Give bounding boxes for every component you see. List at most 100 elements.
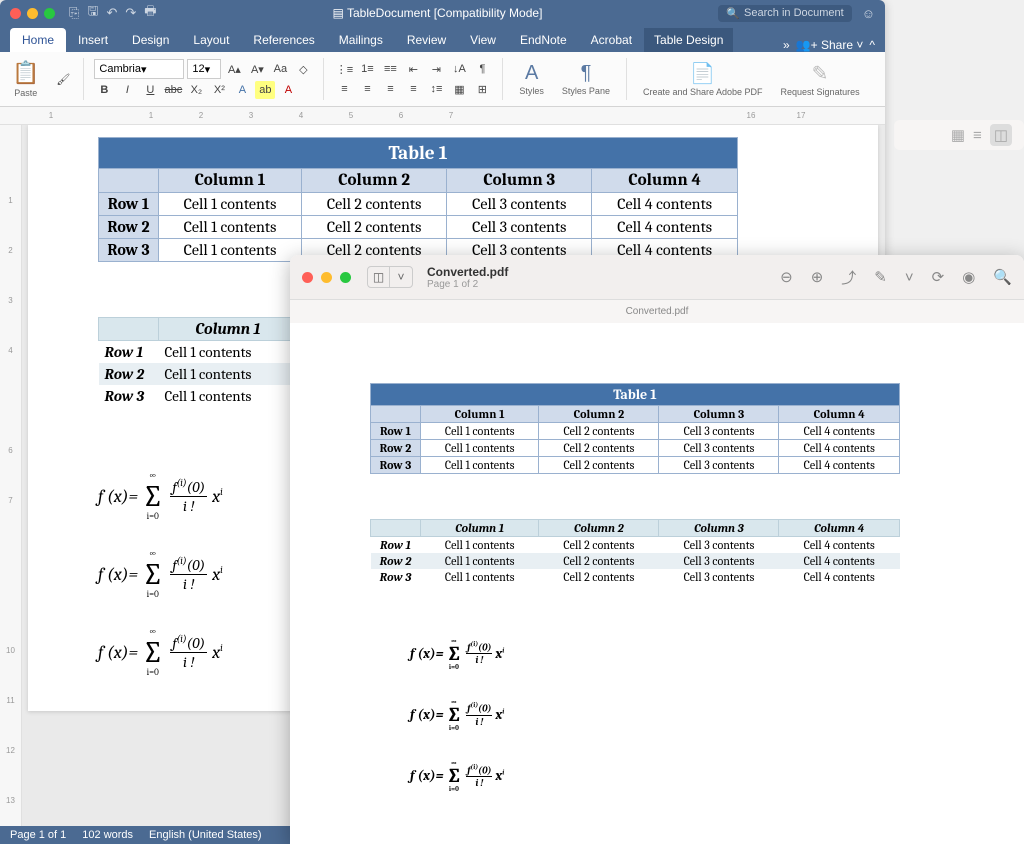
maximize-icon[interactable] [340,272,351,283]
tab-layout[interactable]: Layout [181,28,241,52]
grow-font-icon[interactable]: A▴ [224,60,244,78]
sidebar-toggle[interactable]: ◫˅ [367,266,413,288]
text-effects-icon[interactable]: A [232,81,252,99]
list-view-icon[interactable]: ≡ [973,127,982,144]
tab-insert[interactable]: Insert [66,28,120,52]
overflow-icon[interactable]: » [783,38,790,52]
table-cell: Cell 1 contents [421,537,539,554]
superscript-button[interactable]: X² [209,81,229,99]
chevron-down-icon[interactable]: ˅ [905,269,914,286]
minimize-icon[interactable] [27,8,38,19]
bullets-icon[interactable]: ⋮≡ [334,60,354,78]
table-cell: Cell 4 contents [779,537,900,554]
row-header: Row 2 [99,363,159,385]
rotate-icon[interactable]: ⟳ [932,268,945,286]
font-color-icon[interactable]: A [278,81,298,99]
align-right-icon[interactable]: ≡ [380,80,400,98]
table-cell: Cell 1 contents [421,553,539,569]
indent-icon[interactable]: ⇥ [426,60,446,78]
table-cell: Cell 4 contents [779,569,900,585]
tab-home[interactable]: Home [10,28,66,52]
tab-endnote[interactable]: EndNote [508,28,579,52]
sort-icon[interactable]: ↓A [449,60,469,78]
styles-pane-button[interactable]: ¶ Styles Pane [556,62,616,97]
row-header: Row 2 [371,553,421,569]
close-icon[interactable] [10,8,21,19]
collapse-ribbon-icon[interactable]: ^ [869,38,875,52]
tab-acrobat[interactable]: Acrobat [579,28,644,52]
strikethrough-button[interactable]: abc [163,81,183,99]
change-case-icon[interactable]: Aa [270,60,290,78]
numbering-icon[interactable]: 1≡ [357,60,377,78]
highlight-icon[interactable]: ◉ [962,268,975,286]
subscript-button[interactable]: X₂ [186,81,206,99]
clear-format-icon[interactable]: ◇ [293,60,313,78]
markup-icon[interactable]: ✎ [874,268,887,286]
font-name-select[interactable]: Cambria ▾ [94,59,184,79]
table-cell: Cell 1 contents [159,341,298,364]
close-icon[interactable] [302,272,313,283]
show-marks-icon[interactable]: ¶ [472,60,492,78]
col-header: Column 2 [539,520,659,537]
search-box[interactable]: 🔍 Search in Document [718,5,851,22]
paste-button[interactable]: 📋 Paste [8,60,43,98]
bold-button[interactable]: B [94,81,114,99]
col-header: Column 2 [539,406,659,423]
horizontal-ruler[interactable]: 112345671617 [0,107,885,125]
col-header: Column 1 [159,318,298,341]
line-spacing-icon[interactable]: ↕≡ [426,80,446,98]
table-2[interactable]: Column 1 Row 1Cell 1 contents Row 2Cell … [98,317,298,407]
table-header-empty [371,520,421,537]
shrink-font-icon[interactable]: A▾ [247,60,267,78]
underline-button[interactable]: U [140,81,160,99]
request-signatures-button[interactable]: ✎ Request Signatures [775,61,866,98]
table-cell: Cell 1 contents [159,363,298,385]
align-center-icon[interactable]: ≡ [357,80,377,98]
multilevel-icon[interactable]: ≡≡ [380,60,400,78]
outdent-icon[interactable]: ⇤ [403,60,423,78]
preview-titlebar: ◫˅ Converted.pdf Page 1 of 2 ⊖ ⊕ ⤴ ✎ ˅ ⟳… [290,255,1024,300]
word-count[interactable]: 102 words [82,829,133,841]
tab-view[interactable]: View [458,28,508,52]
table-cell: Cell 3 contents [659,569,779,585]
preview-content[interactable]: Table 1 Column 1Column 2Column 3Column 4… [290,323,1024,844]
maximize-icon[interactable] [44,8,55,19]
vertical-ruler[interactable]: 12346710111213 [0,125,22,826]
format-painter-icon[interactable]: 🖌 [53,70,73,88]
styles-button[interactable]: A Styles [513,62,550,97]
table-1[interactable]: Table 1 Column 1 Column 2 Column 3 Colum… [98,137,738,262]
columns-view-icon[interactable]: ◫ [990,124,1012,146]
tab-design[interactable]: Design [120,28,181,52]
zoom-in-icon[interactable]: ⊕ [811,268,824,286]
feedback-icon[interactable]: ☺ [862,6,875,21]
preview-filename: Converted.pdf [427,265,508,279]
tab-review[interactable]: Review [395,28,458,52]
page-indicator[interactable]: Page 1 of 1 [10,829,66,841]
undo-icon[interactable]: ↶ [106,5,117,21]
search-icon[interactable]: 🔍 [993,268,1012,286]
sidebar-icon: ◫ [368,267,390,287]
print-icon[interactable]: 🖶 [144,2,156,24]
align-left-icon[interactable]: ≡ [334,80,354,98]
font-size-select[interactable]: 12 ▾ [187,59,221,79]
language-indicator[interactable]: English (United States) [149,829,262,841]
save-icon[interactable]: 🖫 [87,2,98,24]
grid-view-icon[interactable]: ▦ [951,126,965,144]
share-icon[interactable]: ⤴ [841,267,856,288]
tab-table-design[interactable]: Table Design [644,28,733,52]
table-cell: Cell 3 contents [659,440,779,457]
justify-icon[interactable]: ≡ [403,80,423,98]
adobe-share-button[interactable]: 📄 Create and Share Adobe PDF [637,61,769,98]
row-header: Row 1 [371,537,421,554]
zoom-out-icon[interactable]: ⊖ [780,268,793,286]
highlight-icon[interactable]: ab [255,81,275,99]
shading-icon[interactable]: ▦ [449,80,469,98]
share-button[interactable]: 👥+ Share ˅ [796,38,864,52]
autosave-icon[interactable]: ⎘ [69,5,79,21]
redo-icon[interactable]: ↷ [125,5,136,21]
minimize-icon[interactable] [321,272,332,283]
borders-icon[interactable]: ⊞ [472,80,492,98]
tab-references[interactable]: References [241,28,326,52]
tab-mailings[interactable]: Mailings [327,28,395,52]
italic-button[interactable]: I [117,81,137,99]
